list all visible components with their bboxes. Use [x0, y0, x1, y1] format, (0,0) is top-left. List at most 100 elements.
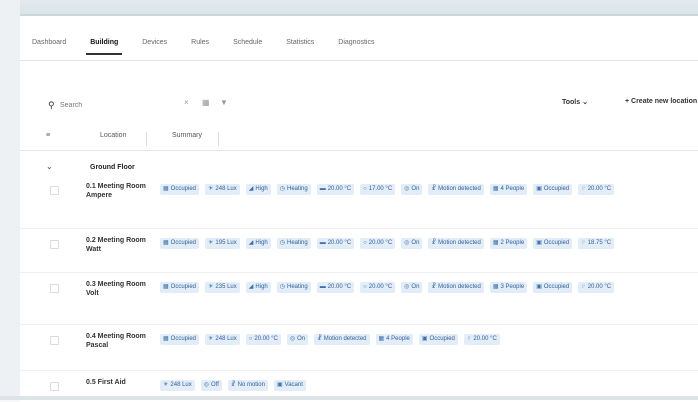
- close-icon[interactable]: ×: [184, 98, 189, 107]
- drop-icon: ○: [248, 336, 253, 342]
- status-chip[interactable]: ♇ 20.00 °C: [578, 282, 615, 293]
- status-chip[interactable]: ☧ Motion detected: [428, 282, 484, 293]
- tab-dashboard[interactable]: Dashboard: [20, 36, 78, 58]
- status-chip[interactable]: ▬ 20.00 °C: [316, 282, 355, 293]
- status-chip[interactable]: ☧ Motion detected: [428, 184, 484, 195]
- filter-icon[interactable]: ▼: [220, 98, 228, 107]
- thermo-icon: ▬: [319, 186, 326, 192]
- location-name[interactable]: 0.5 First Aid: [86, 378, 152, 387]
- tab-devices[interactable]: Devices: [130, 36, 179, 58]
- status-chip[interactable]: ▦ 2 People: [489, 238, 528, 249]
- location-name[interactable]: 0.4 Meeting Room Pascal: [86, 332, 152, 350]
- status-chip[interactable]: ▬ 20.00 °C: [316, 184, 355, 195]
- create-location-button[interactable]: + Create new location: [625, 98, 697, 105]
- status-chip[interactable]: ☀ 248 Lux: [205, 184, 240, 195]
- row-checkbox[interactable]: [50, 284, 59, 293]
- tab-schedule[interactable]: Schedule: [221, 36, 274, 58]
- select-all-checkbox[interactable]: ≡: [46, 132, 50, 146]
- status-chip[interactable]: ☧ No motion: [227, 380, 268, 391]
- status-chip[interactable]: ▦ 4 People: [375, 334, 413, 345]
- status-chip[interactable]: ♇ 20.00 °C: [578, 184, 615, 195]
- status-chip[interactable]: ☀ 235 Lux: [205, 282, 240, 293]
- chip-label: 20.00 °C: [327, 284, 352, 290]
- status-chip[interactable]: ◢ High: [245, 184, 271, 195]
- status-chip[interactable]: ▣ Occupied: [533, 282, 573, 293]
- row-checkbox[interactable]: [50, 336, 59, 345]
- chip-label: High: [255, 240, 268, 246]
- status-chip[interactable]: ◷ Heating: [276, 238, 311, 249]
- status-chip[interactable]: ♇ 20.00 °C: [463, 334, 500, 345]
- status-chip[interactable]: ▦ Occupied: [160, 282, 200, 293]
- status-chip[interactable]: ▦ 4 People: [489, 184, 528, 195]
- group-label: Ground Floor: [90, 164, 135, 171]
- status-chip[interactable]: ◎ On: [286, 334, 309, 345]
- status-chip[interactable]: ▦ Occupied: [160, 334, 200, 345]
- status-chip[interactable]: ♇ 18.75 °C: [578, 238, 615, 249]
- window-bottom-bar: [0, 396, 698, 400]
- status-chip[interactable]: ○ 20.00 °C: [360, 282, 396, 293]
- chip-label: Occupied: [170, 186, 197, 192]
- tab-diagnostics[interactable]: Diagnostics: [326, 36, 386, 58]
- row-divider: [20, 324, 698, 325]
- row-checkbox[interactable]: [50, 186, 59, 195]
- tools-dropdown[interactable]: Tools ⌄: [562, 98, 588, 106]
- status-chip[interactable]: ☀ 195 Lux: [205, 238, 240, 249]
- chip-label: Motion detected: [323, 336, 367, 342]
- status-chip[interactable]: ▣ Occupied: [533, 238, 573, 249]
- tabs-divider: [20, 60, 698, 61]
- search-input[interactable]: [58, 100, 172, 110]
- status-chip[interactable]: ◎ On: [401, 184, 423, 195]
- status-chip[interactable]: ○ 20.00 °C: [245, 334, 281, 345]
- status-chip[interactable]: ▦ Occupied: [160, 238, 200, 249]
- status-chip[interactable]: ○ 20.00 °C: [360, 238, 396, 249]
- row-checkbox[interactable]: [50, 382, 59, 391]
- status-chip[interactable]: ▣ Vacant: [273, 380, 306, 391]
- chevron-down-icon[interactable]: ⌄: [46, 162, 53, 171]
- location-name[interactable]: 0.3 Meeting Room Volt: [86, 280, 152, 298]
- summary-chips: ☀ 248 Lux ◎ Off ☧ No motion ▣ Vacant: [160, 380, 698, 391]
- status-chip[interactable]: ☧ Motion detected: [314, 334, 370, 345]
- location-name[interactable]: 0.1 Meeting Room Ampere: [86, 182, 152, 200]
- chip-label: Motion detected: [438, 284, 481, 290]
- status-chip[interactable]: ▣ Occupied: [418, 334, 458, 345]
- column-header-location[interactable]: Location: [100, 132, 126, 146]
- status-chip[interactable]: ◢ High: [245, 282, 271, 293]
- chip-label: 20.00 °C: [368, 284, 393, 290]
- summary-chips: ▦ Occupied ☀ 248 Lux ◢ High ◷ Heating ▬ 20.00 °C ○…: [160, 184, 698, 195]
- status-chip[interactable]: ◎ Off: [200, 380, 222, 391]
- chip-label: Occupied: [543, 240, 570, 246]
- status-chip[interactable]: ○ 17.00 °C: [360, 184, 396, 195]
- chip-label: Heating: [287, 186, 308, 192]
- nav-tabs: Dashboard Building Devices Rules Schedule Sta…: [20, 36, 386, 58]
- tab-statistics[interactable]: Statistics: [274, 36, 326, 58]
- drop-icon: ○: [363, 284, 367, 290]
- tab-building[interactable]: Building: [78, 36, 130, 58]
- people-icon: ▦: [492, 284, 499, 290]
- grid-icon[interactable]: ▦: [202, 98, 210, 107]
- people-icon: ▦: [163, 186, 169, 192]
- status-chip[interactable]: ◷ Heating: [276, 282, 311, 293]
- status-chip[interactable]: ☀ 248 Lux: [205, 334, 240, 345]
- chip-label: Occupied: [170, 336, 197, 342]
- chip-label: 4 People: [386, 336, 410, 342]
- row-checkbox[interactable]: [50, 240, 59, 249]
- person-icon: ☧: [431, 186, 437, 192]
- status-chip[interactable]: ◷ Heating: [276, 184, 311, 195]
- temp-icon: ♇: [581, 240, 586, 246]
- clock-icon: ◷: [279, 186, 285, 192]
- status-chip[interactable]: ▦ Occupied: [160, 184, 200, 195]
- location-name[interactable]: 0.2 Meeting Room Watt: [86, 236, 152, 254]
- door-icon: ▣: [276, 382, 283, 388]
- chip-label: Heating: [287, 284, 308, 290]
- status-chip[interactable]: ◎ On: [401, 282, 423, 293]
- status-chip[interactable]: ▬ 20.00 °C: [316, 238, 355, 249]
- tab-rules[interactable]: Rules: [179, 36, 221, 58]
- status-chip[interactable]: ▣ Occupied: [533, 184, 573, 195]
- status-chip[interactable]: ☀ 248 Lux: [160, 380, 195, 391]
- status-chip[interactable]: ◢ High: [245, 238, 271, 249]
- column-header-summary[interactable]: Summary: [172, 132, 202, 146]
- status-chip[interactable]: ◎ On: [401, 238, 423, 249]
- chip-label: 20.00 °C: [587, 186, 612, 192]
- status-chip[interactable]: ☧ Motion detected: [428, 238, 484, 249]
- status-chip[interactable]: ▦ 3 People: [489, 282, 528, 293]
